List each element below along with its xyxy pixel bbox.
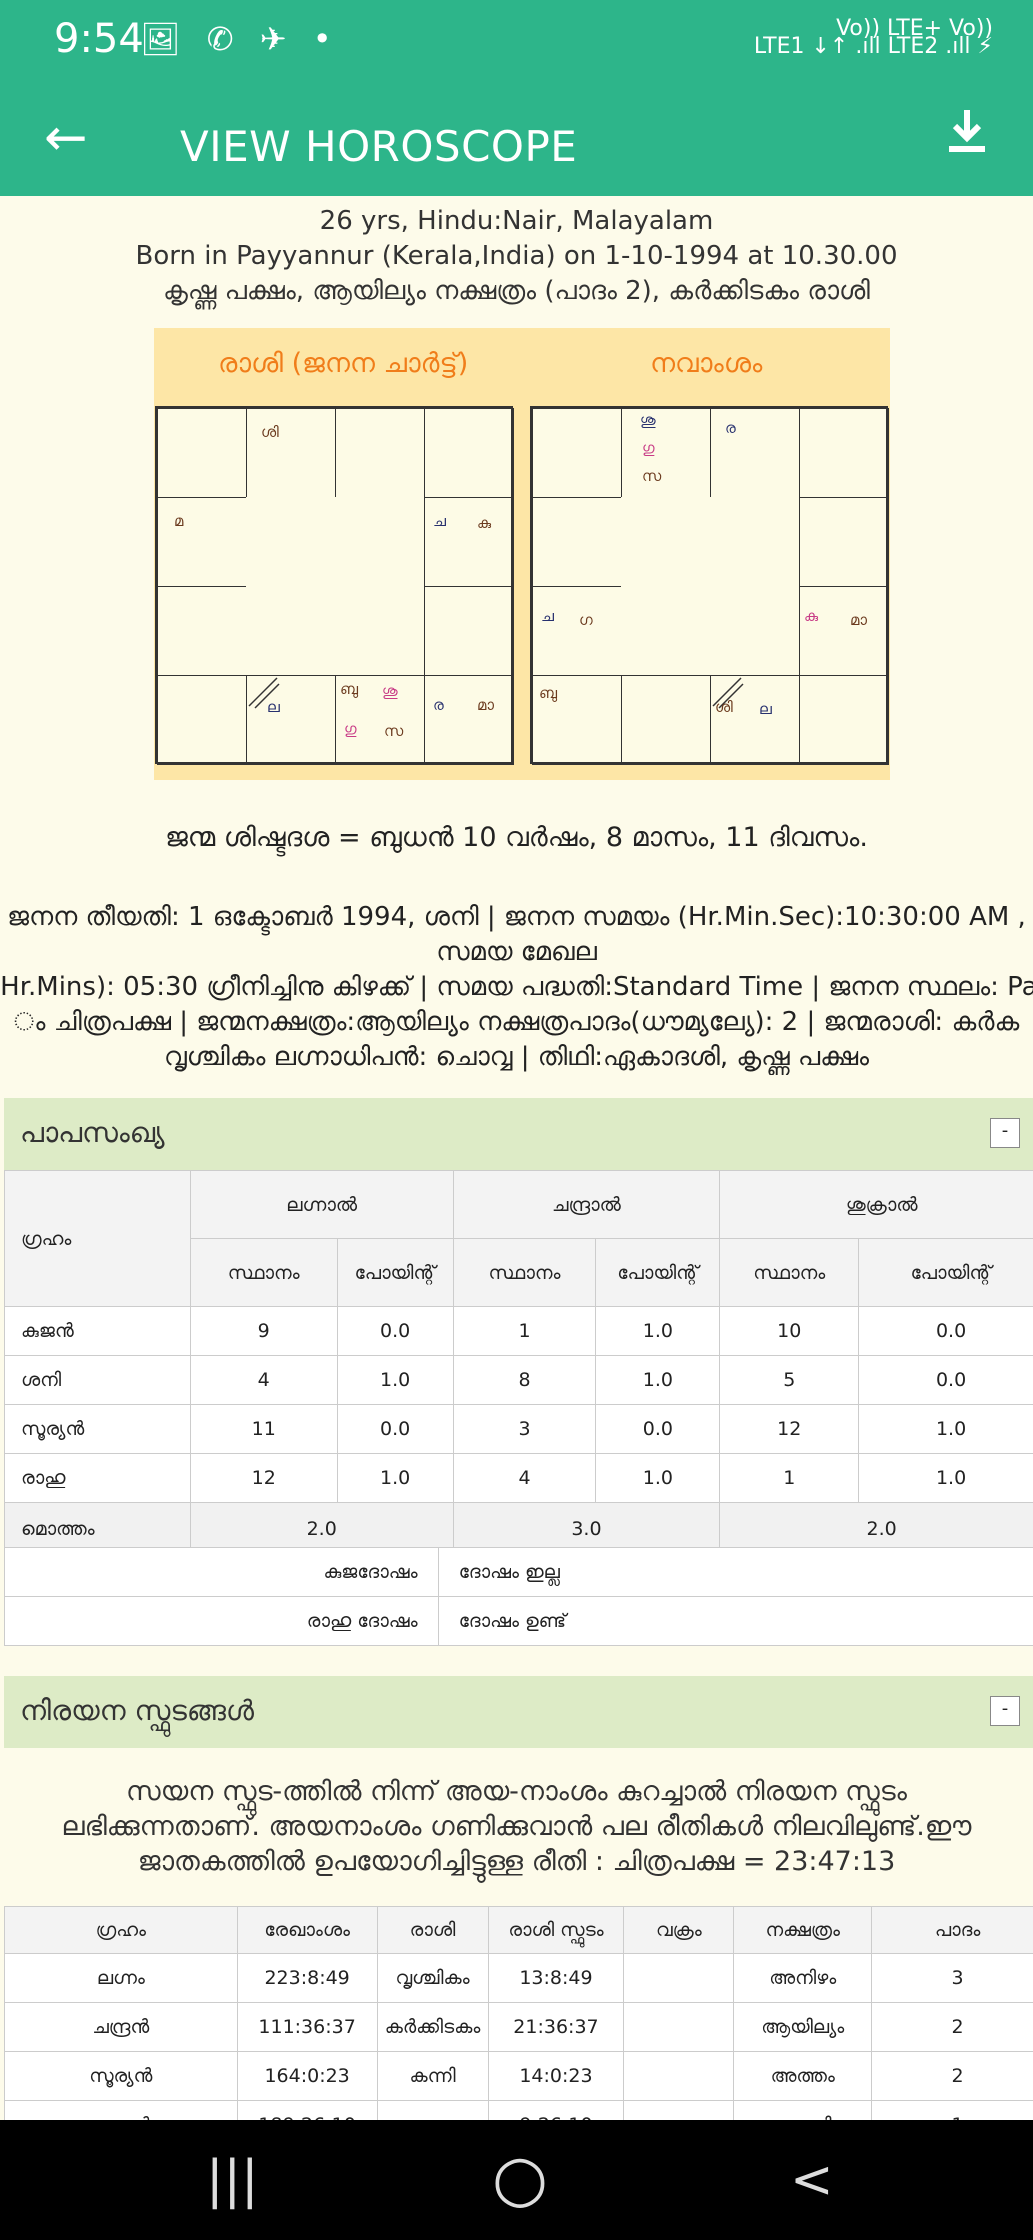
- table-row: ശനി 4 1.0 8 1.0 5 0.0: [4, 1355, 1033, 1405]
- navamsa-planet: സ: [642, 467, 662, 485]
- birth-details: ജനന തീയതി: 1 ഒക്ടോബർ 1994, ശനി | ജനന സമയ…: [0, 900, 1033, 1075]
- nirayana-desc-3: ജാതകത്തിൽ ഉപയോഗിച്ചിട്ടുള്ള രീതി : ചിത്ര…: [137, 1846, 896, 1877]
- details-line: സമയ മേഖല: [436, 937, 597, 967]
- navamsa-planet: ശു: [640, 411, 656, 429]
- sub-header: പോയിന്റ്: [595, 1238, 721, 1307]
- back-arrow-icon[interactable]: ←: [44, 110, 104, 170]
- details-line: ജനന തീയതി: 1 ഒക്ടോബർ 1994, ശനി | ജനന സമയ…: [7, 902, 1026, 932]
- section-title: പാപസംഖ്യ: [20, 1116, 165, 1149]
- summary-line-2: Born in Payyannur (Kerala,India) on 1-10…: [135, 241, 898, 271]
- nirayana-desc-2: ലഭിക്കുന്നതാണ്. അയനാംശം ഗണിക്കുവാൻ പല രീ…: [61, 1811, 972, 1842]
- table-row: ചന്ദ്രൻ 111:36:37 കർക്കിടകം 21:36:37 ആയില്…: [4, 2002, 1033, 2052]
- nirayana-section-header[interactable]: നിരയന സ്ഫുടങ്ങൾ -: [4, 1676, 1033, 1748]
- rasi-planet: ച: [433, 512, 446, 530]
- rasi-planet: ല: [267, 698, 280, 716]
- birth-dasha: ജന്മ ശിഷ്ടദശ = ബുധൻ 10 വർഷം, 8 മാസം, 11 …: [165, 822, 868, 853]
- signal-line-2: LTE1 ↓↑ .ıll LTE2 .ıll ⚡: [753, 34, 993, 59]
- horoscope-charts: രാശി (ജനന ചാർട്ട്) നവാംശം ശി മ ച കു ല ബു …: [154, 328, 890, 780]
- summary-line-3: കൃഷ്ണ പക്ഷം, ആയില്യം നക്ഷത്രം (പാദം 2), …: [163, 276, 870, 306]
- collapse-toggle-button[interactable]: -: [990, 1696, 1020, 1726]
- details-line: വൃശ്ചികം ലഗ്നാധിപൻ: ചൊവ്വ | തിഥി:ഏകാദശി,…: [163, 1042, 870, 1072]
- nirayana-table: ഗ്രഹം രേഖാംശം രാശി രാശി സ്ഫുടം വക്രം നക്…: [4, 1906, 1033, 2150]
- rasi-planet: മ: [174, 512, 184, 530]
- summary-line-1: 26 yrs, Hindu:Nair, Malayalam: [319, 206, 714, 236]
- navamsa-chart-title: നവാംശം: [650, 348, 763, 379]
- sub-header: സ്ഥാനം: [189, 1238, 338, 1307]
- home-icon[interactable]: ○: [492, 2142, 548, 2216]
- details-line: ം ചിത്രപക്ഷ | ജന്മനക്ഷത്രം:ആയില്യം നക്ഷത…: [13, 1007, 1020, 1037]
- table-row: രാഹു ദോഷം ദോഷം ഉണ്ട്: [4, 1596, 1033, 1646]
- papa-section-header[interactable]: പാപസംഖ്യ -: [4, 1098, 1033, 1170]
- sub-header: സ്ഥാനം: [452, 1238, 597, 1307]
- rasi-planet: ശു: [382, 682, 398, 700]
- table-row: സൂര്യൻ 11 0.0 3 0.0 12 1.0: [4, 1404, 1033, 1454]
- papa-table: ഗ്രഹം ലഗ്നാൽ ചന്ദ്രാൽ ശുക്രാൽ സ്ഥാനം പോയ…: [4, 1170, 1033, 1556]
- rasi-chart-center: [246, 497, 424, 675]
- sub-header: പോയിന്റ്: [336, 1238, 454, 1307]
- table-row: രാഹു 12 1.0 4 1.0 1 1.0: [4, 1453, 1033, 1503]
- navamsa-chart-center: [621, 497, 799, 675]
- group-header: ചന്ദ്രാൽ: [452, 1170, 721, 1239]
- navamsa-planet: ഗ: [579, 611, 593, 629]
- rasi-planet: കു: [477, 514, 492, 532]
- table-row: കുജദോഷം ദോഷം ഇല്ല: [4, 1547, 1033, 1597]
- navamsa-chart: ശു ഗു സ ര ച ഗ കു മാ ബു ശി ല: [530, 406, 889, 765]
- navamsa-planet: ല: [759, 700, 772, 718]
- section-title: നിരയന സ്ഫുടങ്ങൾ: [20, 1694, 255, 1727]
- sub-header: പോയിന്റ്: [858, 1238, 1033, 1307]
- details-line: (Hr.Mins): 05:30 ഗ്രീനിച്ചിനു കിഴക്ക് | …: [0, 972, 1033, 1002]
- navamsa-planet: ബു: [539, 684, 558, 702]
- group-header: ലഗ്നാൽ: [189, 1170, 454, 1239]
- back-icon[interactable]: <: [790, 2150, 834, 2210]
- navamsa-planet: മാ: [850, 611, 868, 629]
- navamsa-planet: ഗു: [642, 439, 655, 457]
- status-bar: 9:54 🖼 ✆ ✈ • Vo)) LTE+ Vo)) LTE1 ↓↑ .ıll…: [0, 0, 1033, 80]
- notification-icons: 🖼 ✆ ✈ •: [140, 20, 340, 58]
- table-row: കുജൻ 9 0.0 1 1.0 10 0.0: [4, 1306, 1033, 1356]
- recents-icon[interactable]: |||: [206, 2150, 259, 2210]
- navamsa-planet: ശി: [715, 698, 733, 716]
- rasi-chart-title: രാശി (ജനന ചാർട്ട്): [218, 348, 469, 379]
- rasi-planet: ബു: [340, 680, 359, 698]
- rasi-planet: ശി: [261, 423, 279, 441]
- download-icon[interactable]: [937, 106, 997, 166]
- sub-header: സ്ഥാനം: [719, 1238, 860, 1307]
- rasi-planet: മാ: [477, 696, 495, 714]
- dosha-table: കുജദോഷം ദോഷം ഇല്ല രാഹു ദോഷം ദോഷം ഉണ്ട്: [4, 1547, 1033, 1646]
- navamsa-planet: ച: [541, 607, 554, 625]
- table-row: ലഗ്നം 223:8:49 വൃശ്ചികം 13:8:49 അനിഴം 3: [4, 1953, 1033, 2003]
- collapse-toggle-button[interactable]: -: [990, 1118, 1020, 1148]
- table-row: സൂര്യൻ 164:0:23 കന്നി 14:0:23 അത്തം 2: [4, 2051, 1033, 2101]
- status-time: 9:54: [54, 16, 144, 62]
- rasi-planet: ര: [433, 696, 444, 714]
- rasi-planet: സ: [384, 722, 404, 740]
- app-bar: ← VIEW HOROSCOPE: [0, 80, 1033, 196]
- rasi-planet: ഗു: [344, 720, 357, 738]
- navamsa-planet: കു: [804, 607, 819, 625]
- group-header: ശുക്രാൽ: [719, 1170, 1033, 1239]
- nirayana-desc-1: സയന സ്ഫുട-ത്തിൽ നിന്ന് അയ-നാംശം കുറച്ചാൽ…: [126, 1776, 907, 1807]
- navamsa-planet: ര: [725, 419, 736, 437]
- col-graham: ഗ്രഹം: [4, 1170, 191, 1307]
- rasi-chart: ശി മ ച കു ല ബു ശു ഗു സ ര മാ: [155, 406, 514, 765]
- page-title: VIEW HOROSCOPE: [180, 122, 578, 171]
- system-nav-bar: ||| ○ <: [0, 2120, 1033, 2240]
- signal-icons: Vo)) LTE+ Vo)) LTE1 ↓↑ .ıll LTE2 .ıll ⚡: [753, 18, 993, 59]
